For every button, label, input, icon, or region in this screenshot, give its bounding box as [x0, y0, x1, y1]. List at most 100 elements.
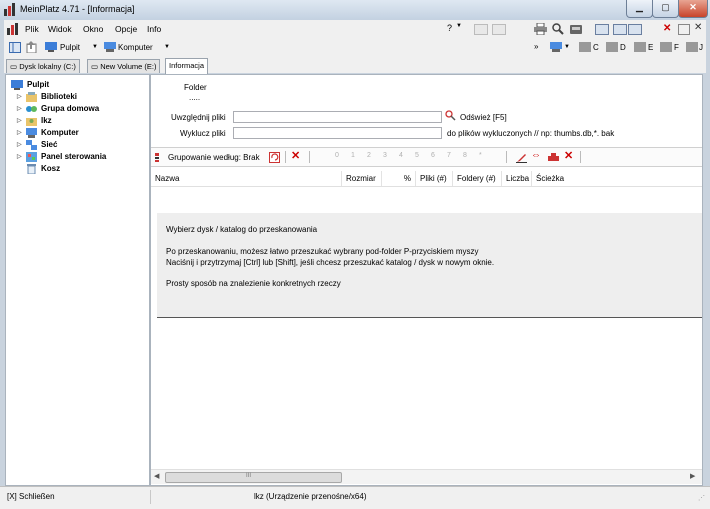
library-icon: [26, 92, 37, 102]
drive-d-icon[interactable]: [606, 42, 618, 52]
tree-item-kosz[interactable]: Kosz: [6, 163, 146, 175]
drives-icon[interactable]: [550, 42, 562, 52]
chevron-down-icon[interactable]: ▼: [92, 44, 98, 50]
tab-drive-e[interactable]: ▭ New Volume (E:): [87, 59, 161, 73]
tab-drive-c[interactable]: ▭ Dysk lokalny (C:): [6, 59, 80, 73]
chevron-down-icon[interactable]: ▼: [456, 23, 462, 29]
user-folder-icon: [26, 118, 37, 126]
close-doc-icon[interactable]: ✕: [694, 22, 702, 33]
tree-item-grupa-domowa[interactable]: ▷ Grupa domowa: [6, 103, 146, 115]
scrollbar-thumb[interactable]: III: [165, 472, 342, 483]
minimize-button[interactable]: ▁: [626, 0, 653, 18]
menu-widok[interactable]: Widok: [48, 24, 72, 34]
expand-icon[interactable]: ▷: [17, 91, 22, 103]
search-icon[interactable]: [552, 23, 564, 35]
drive-f-label[interactable]: F: [674, 43, 679, 52]
grouping-label[interactable]: Grupowanie według: Brak: [168, 153, 260, 162]
printer-icon[interactable]: [534, 23, 547, 35]
tab-label: New Volume (E:): [100, 62, 157, 71]
maximize-button[interactable]: ▢: [652, 0, 679, 18]
level-2-button[interactable]: 2: [367, 152, 371, 159]
edit-icon[interactable]: [516, 152, 527, 163]
column-header-count[interactable]: Liczba: [502, 171, 532, 186]
include-files-input[interactable]: [233, 111, 442, 123]
column-header-folders[interactable]: Foldery (#): [453, 171, 502, 186]
column-header-size[interactable]: Rozmiar: [342, 171, 382, 186]
scrollbar-grip-icon: III: [246, 473, 252, 479]
list-header: Nazwa Rozmiar % Pliki (#) Foldery (#) Li…: [151, 171, 702, 187]
window-cascade-icon[interactable]: [474, 24, 488, 35]
grouping-icon: [155, 153, 159, 162]
double-chevron-icon[interactable]: »: [534, 42, 538, 51]
scroll-left-icon[interactable]: ◀: [154, 472, 159, 480]
column-header-path[interactable]: Ścieżka: [532, 171, 702, 186]
column-header-name[interactable]: Nazwa: [151, 171, 342, 186]
refresh-group-icon[interactable]: [269, 152, 280, 163]
refresh-icon[interactable]: [445, 110, 456, 121]
menu-plik[interactable]: Plik: [25, 24, 39, 34]
close-window-icon[interactable]: ✕: [663, 23, 671, 34]
folder-label: Folder: [184, 83, 207, 92]
restore-window-icon[interactable]: [678, 24, 690, 35]
expand-icon[interactable]: ▷: [17, 127, 22, 139]
chevron-down-icon[interactable]: ▼: [164, 44, 170, 50]
tree-item-biblioteki[interactable]: ▷ Biblioteki: [6, 91, 146, 103]
recycle-bin-icon: [27, 164, 36, 174]
drive-f-icon[interactable]: [660, 42, 672, 52]
app-menu-icon[interactable]: [7, 23, 19, 35]
car-icon[interactable]: [548, 152, 559, 163]
up-folder-icon[interactable]: [26, 41, 37, 53]
arrows-horizontal-icon[interactable]: ⇔: [531, 150, 541, 161]
close-status-button[interactable]: [X] Schließen: [7, 492, 55, 501]
drive-d-label[interactable]: D: [620, 43, 626, 52]
disk-icon[interactable]: [570, 23, 582, 35]
menu-opcje[interactable]: Opcje: [115, 24, 137, 34]
scroll-right-icon[interactable]: ▶: [690, 472, 695, 480]
level-6-button[interactable]: 6: [431, 152, 435, 159]
expand-icon[interactable]: ▷: [17, 103, 22, 115]
clear-grouping-icon[interactable]: ✕: [291, 149, 300, 162]
horizontal-scrollbar[interactable]: ◀ III ▶: [151, 469, 702, 484]
chevron-down-icon[interactable]: ▼: [564, 44, 570, 50]
drive-j-label[interactable]: J: [699, 43, 703, 52]
tree-item-komputer[interactable]: ▷ Komputer: [6, 127, 146, 139]
cancel-icon[interactable]: ✕: [564, 149, 573, 162]
close-button[interactable]: ✕: [678, 0, 708, 18]
desktop-dropdown-label[interactable]: Pulpit: [60, 43, 80, 52]
level-7-button[interactable]: 7: [447, 152, 451, 159]
expand-icon[interactable]: ▷: [17, 115, 22, 127]
refresh-button[interactable]: Odśwież [F5]: [460, 113, 507, 122]
tab-informacja[interactable]: Informacja: [165, 58, 209, 74]
window-icon[interactable]: [595, 24, 609, 35]
column-header-percent[interactable]: %: [382, 171, 416, 186]
help-icon[interactable]: ?: [447, 23, 452, 33]
window-tile-icon[interactable]: [492, 24, 506, 35]
level-all-button[interactable]: *: [479, 152, 482, 159]
level-4-button[interactable]: 4: [399, 152, 403, 159]
level-3-button[interactable]: 3: [383, 152, 387, 159]
drive-e-icon[interactable]: [634, 42, 646, 52]
tree-item-lkz[interactable]: ▷ lkz: [6, 115, 146, 127]
menu-info[interactable]: Info: [147, 24, 161, 34]
window-split-icon[interactable]: [613, 24, 627, 35]
level-8-button[interactable]: 8: [463, 152, 467, 159]
level-0-button[interactable]: 0: [335, 152, 339, 159]
drive-c-icon[interactable]: [579, 42, 591, 52]
menu-okno[interactable]: Okno: [83, 24, 103, 34]
exclude-files-input[interactable]: [233, 127, 442, 139]
level-5-button[interactable]: 5: [415, 152, 419, 159]
window-split-vertical-icon[interactable]: [628, 24, 642, 35]
expand-icon[interactable]: ▷: [17, 139, 22, 151]
panel-layout-icon[interactable]: [9, 42, 21, 53]
resize-grip-icon[interactable]: ⋰: [698, 494, 705, 502]
level-1-button[interactable]: 1: [351, 152, 355, 159]
expand-icon[interactable]: ▷: [17, 151, 22, 163]
column-header-files[interactable]: Pliki (#): [416, 171, 453, 186]
tree-item-panel-sterowania[interactable]: ▷ Panel sterowania: [6, 151, 146, 163]
drive-e-label[interactable]: E: [648, 43, 653, 52]
tree-root-pulpit[interactable]: Pulpit: [6, 79, 146, 91]
drive-c-label[interactable]: C: [593, 43, 599, 52]
drive-j-icon[interactable]: [686, 42, 698, 52]
tree-item-siec[interactable]: ▷ Sieć: [6, 139, 146, 151]
computer-dropdown-label[interactable]: Komputer: [118, 43, 153, 52]
